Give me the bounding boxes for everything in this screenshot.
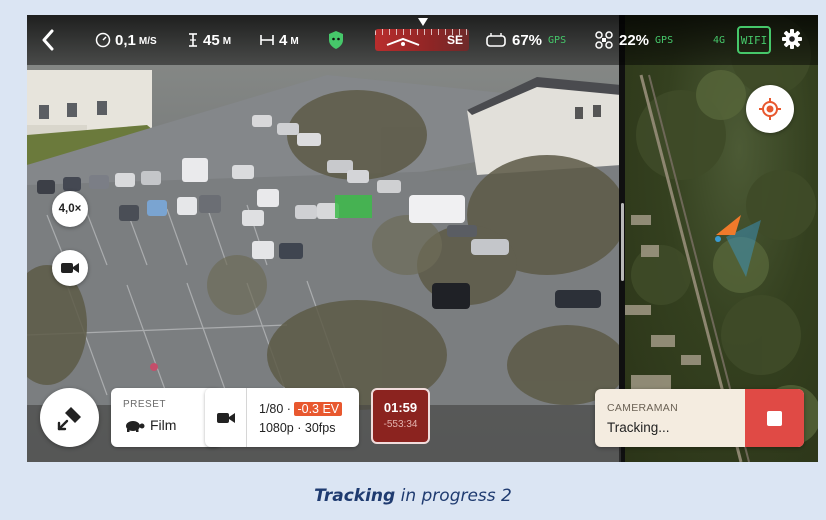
controller-gps: GPS <box>548 34 567 46</box>
video-camera-icon <box>61 263 79 273</box>
split-resize-handle[interactable] <box>621 203 624 281</box>
caption-rest: in progress 2 <box>395 486 512 506</box>
recording-remaining: -553:34 <box>383 419 418 430</box>
drone-battery-value: 22% <box>619 31 650 49</box>
altitude-indicator: 45 M <box>187 29 231 51</box>
video-icon <box>216 412 235 423</box>
caption-bold: Tracking <box>314 486 396 506</box>
preset-value-row: Film <box>123 417 176 433</box>
cameraman-panel: CAMERAMAN Tracking... <box>595 389 804 447</box>
controller-icon <box>486 33 506 47</box>
turtle-icon <box>126 421 145 432</box>
distance-value: 4 <box>279 31 288 49</box>
wifi-label: WIFI <box>740 33 768 47</box>
drone-app-screen: 0,1 M/S 45 M 4 M SE 67% GPS 22% GPS 4G W… <box>27 15 818 462</box>
zoom-button[interactable]: 4,0× <box>52 191 88 227</box>
preset-label: PRESET <box>123 399 167 410</box>
distance-unit: M <box>290 36 299 47</box>
speed-unit: M/S <box>138 36 157 47</box>
compass-marker-icon <box>418 18 428 26</box>
chevron-left-icon <box>42 29 54 51</box>
shutter-speed: 1/80 · <box>259 402 291 416</box>
heading-direction: SE <box>446 33 463 47</box>
recording-elapsed: 01:59 <box>383 400 418 415</box>
altitude-icon <box>189 33 197 47</box>
camera-settings-panel[interactable]: 1/80 · -0.3 EV 1080p · 30fps <box>205 388 359 447</box>
ev-badge: -0.3 EV <box>294 402 343 416</box>
stop-icon <box>767 410 782 426</box>
altitude-unit: M <box>222 36 232 47</box>
view-toggle-button[interactable] <box>40 388 99 447</box>
distance-indicator: 4 M <box>259 29 299 51</box>
geofence-status[interactable] <box>327 29 345 51</box>
compass-heading-tape: SE <box>375 29 469 51</box>
record-button[interactable]: 01:59 -553:34 <box>371 388 430 444</box>
altitude-value: 45 <box>203 31 220 49</box>
stop-tracking-button[interactable] <box>745 389 804 447</box>
drone-heading-icon <box>386 37 420 46</box>
horizontal-distance-icon <box>260 35 274 45</box>
speed-indicator: 0,1 M/S <box>95 29 157 51</box>
drone-gps: GPS <box>655 34 674 46</box>
cameraman-title: CAMERAMAN <box>607 402 678 414</box>
speedometer-icon <box>95 32 111 48</box>
cameraman-status: Tracking... <box>607 420 670 435</box>
cellular-label: 4G <box>713 34 726 46</box>
camera-mode-button[interactable] <box>52 250 88 286</box>
drone-icon <box>595 31 613 49</box>
gear-icon <box>782 29 802 49</box>
zoom-level: 4,0× <box>58 203 82 215</box>
preset-value: Film <box>150 417 177 433</box>
video-format: 1080p · 30fps <box>259 421 336 435</box>
settings-button[interactable] <box>781 28 803 50</box>
speed-value: 0,1 <box>115 31 136 49</box>
drone-toggle-icon <box>57 406 81 430</box>
cellular-status: 4G <box>713 29 725 51</box>
back-button[interactable] <box>41 29 55 51</box>
figure-caption: Tracking in progress 2 <box>0 486 826 506</box>
exposure-line: 1/80 · -0.3 EV <box>259 400 343 419</box>
exposure-settings: 1/80 · -0.3 EV 1080p · 30fps <box>259 400 343 438</box>
status-bar: 0,1 M/S 45 M 4 M SE 67% GPS 22% GPS 4G W… <box>27 15 818 65</box>
drone-battery: 22% GPS <box>595 29 673 51</box>
map-recenter-button[interactable] <box>746 85 794 133</box>
controller-battery-value: 67% <box>512 31 543 49</box>
wifi-status[interactable]: WIFI <box>737 26 771 54</box>
target-icon <box>759 98 781 120</box>
shield-check-icon <box>329 31 343 49</box>
record-mode-button[interactable] <box>205 388 247 447</box>
controller-battery: 67% GPS <box>485 29 566 51</box>
